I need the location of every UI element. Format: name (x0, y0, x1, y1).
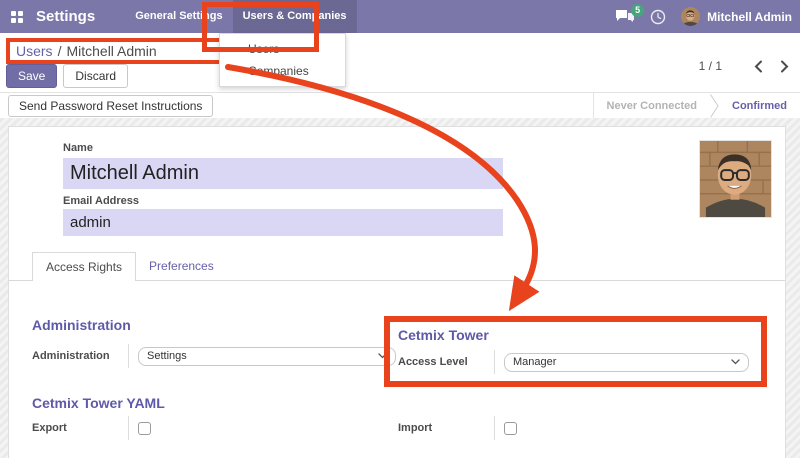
cetmix-tower-yaml-section-title: Cetmix Tower YAML (32, 395, 165, 411)
access-level-label: Access Level (398, 356, 494, 368)
breadcrumb-separator: / (58, 43, 62, 59)
annotation-box-cetmix-tower: Cetmix Tower Access Level Manager (384, 316, 767, 387)
notebook-tabs: Access Rights Preferences (9, 253, 785, 281)
field-separator (494, 416, 495, 440)
pager-previous-button[interactable] (748, 57, 768, 75)
breadcrumb-users-link[interactable]: Users (16, 43, 53, 59)
email-input[interactable]: admin (63, 209, 503, 236)
administration-section-title: Administration (32, 317, 396, 333)
import-checkbox[interactable] (504, 422, 517, 435)
discard-button[interactable]: Discard (63, 64, 128, 88)
administration-field-label: Administration (32, 350, 128, 362)
administration-select[interactable]: Settings (138, 347, 396, 366)
export-label: Export (32, 422, 128, 434)
dropdown-item-companies[interactable]: Companies (220, 60, 345, 82)
cetmix-tower-section-title: Cetmix Tower (398, 327, 749, 343)
statusbar-steps: Never Connected Confirmed (593, 93, 800, 118)
tab-access-rights[interactable]: Access Rights (32, 252, 136, 281)
chevron-down-icon (731, 359, 740, 365)
control-panel: Users / Mitchell Admin 1 / 1 Save Discar… (0, 33, 800, 118)
users-companies-dropdown: Users Companies (219, 33, 346, 87)
form-sheet: Name Mitchell Admin Email Address admin (8, 126, 786, 458)
administration-field-row: Administration Settings (32, 344, 396, 368)
activities-clock-icon[interactable] (650, 9, 666, 25)
user-menu[interactable]: Mitchell Admin (681, 7, 792, 26)
app-title: Settings (36, 8, 95, 25)
send-password-reset-button[interactable]: Send Password Reset Instructions (8, 95, 213, 117)
menu-users-companies[interactable]: Users & Companies (233, 0, 357, 33)
pager-value: 1 / 1 (699, 59, 722, 73)
status-arrow-separator-icon (710, 94, 719, 118)
email-label: Email Address (63, 195, 503, 207)
section-administration: Administration Administration Settings (32, 317, 396, 368)
topbar-right-cluster: 5 Mitchell Admin (615, 7, 792, 26)
record-pager: 1 / 1 (699, 57, 794, 75)
user-avatar-small (681, 7, 700, 26)
messages-button[interactable]: 5 (615, 9, 635, 25)
import-field-row: Import (398, 416, 758, 440)
user-photo[interactable] (699, 140, 772, 218)
user-title-block: Name Mitchell Admin Email Address admin (63, 138, 503, 236)
status-step-never-connected[interactable]: Never Connected (594, 93, 710, 118)
chevron-left-icon (754, 60, 763, 73)
statusbar-row: Send Password Reset Instructions Never C… (0, 92, 800, 118)
apps-menu-icon[interactable] (11, 11, 23, 23)
messages-counter-badge: 5 (631, 4, 644, 17)
status-step-confirmed[interactable]: Confirmed (719, 93, 800, 118)
form-buttons: Save Discard (6, 64, 128, 88)
access-level-field-row: Access Level Manager (398, 350, 749, 374)
user-name: Mitchell Admin (707, 10, 792, 24)
name-input[interactable]: Mitchell Admin (63, 158, 503, 189)
save-button[interactable]: Save (6, 64, 57, 88)
export-field-row: Export (32, 416, 396, 440)
breadcrumb-current: Mitchell Admin (66, 43, 156, 59)
dropdown-item-users[interactable]: Users (220, 38, 345, 60)
top-menu-bar: General Settings Users & Companies (125, 0, 356, 33)
menu-general-settings[interactable]: General Settings (125, 0, 232, 33)
chevron-right-icon (780, 60, 789, 73)
tab-preferences[interactable]: Preferences (136, 252, 227, 280)
export-checkbox[interactable] (138, 422, 151, 435)
field-separator (494, 350, 495, 374)
annotation-box-breadcrumb: Users / Mitchell Admin (6, 38, 236, 64)
name-label: Name (63, 142, 93, 154)
field-separator (128, 344, 129, 368)
pager-next-button[interactable] (774, 57, 794, 75)
access-level-select[interactable]: Manager (504, 353, 749, 372)
field-separator (128, 416, 129, 440)
import-label: Import (398, 422, 494, 434)
top-navbar: Settings General Settings Users & Compan… (0, 0, 800, 33)
